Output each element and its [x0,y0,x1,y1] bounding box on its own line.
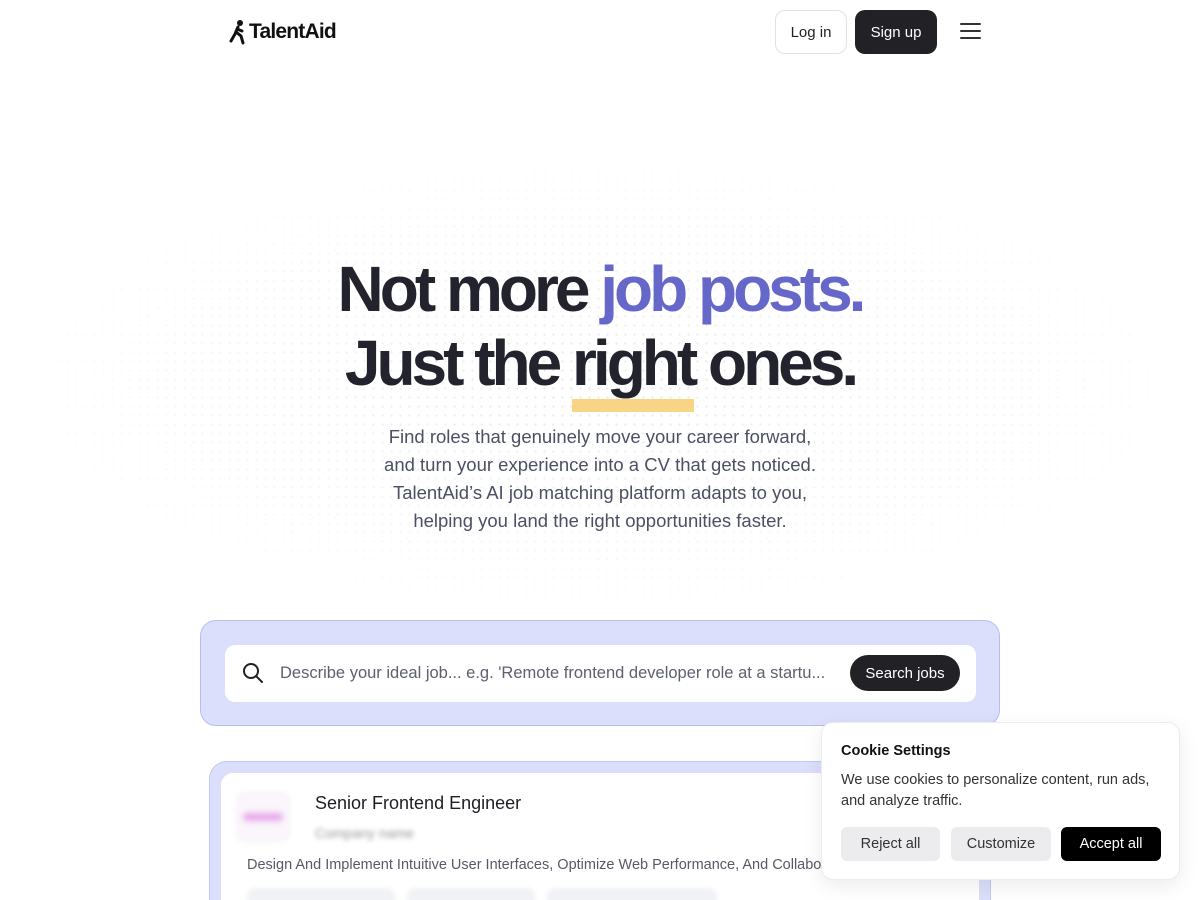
job-tag-placeholder [247,888,395,900]
job-title[interactable]: Senior Frontend Engineer [315,793,521,814]
cookie-text: We use cookies to personalize content, r… [841,772,1150,809]
job-search-input[interactable] [280,645,840,702]
hero-line-1-plain: Not more [337,253,601,325]
cookie-title: Cookie Settings [841,743,951,759]
hamburger-menu-icon[interactable] [960,23,981,41]
hero-subtitle-line: and turn your experience into a CV that … [384,454,816,475]
search-jobs-button[interactable]: Search jobs [850,655,960,691]
hero-subtitle-line: TalentAid’s AI job matching platform ada… [392,482,808,503]
hero-line-2-before: Just the [344,327,573,399]
search-icon [243,663,263,683]
logo[interactable]: TalentAid [229,19,337,45]
cookie-settings-dialog: Cookie Settings We use cookies to person… [821,722,1180,880]
search-box: Search jobs [225,645,976,702]
hero-subtitle-line: Find roles that genuinely move your care… [388,426,812,447]
hero-line-2: Just the right ones. [344,327,859,412]
search-panel: Search jobs [200,620,1000,726]
hero-highlight-word: right [572,327,698,412]
hero-line-1: Not more job posts. [337,253,867,325]
runner-logo-icon [229,20,245,45]
customize-button[interactable]: Customize [951,827,1051,861]
hero-line-1-accent: job posts. [600,253,866,325]
login-button[interactable]: Log in [775,10,847,54]
company-logo [235,791,291,843]
hero-title: Not more job posts. Just the right ones. [0,252,1200,412]
job-description: Design And Implement Intuitive User Inte… [247,857,847,873]
signup-button[interactable]: Sign up [855,10,937,54]
site-header: TalentAid Log in Sign up [0,0,1200,64]
logo-text: TalentAid [249,20,337,43]
job-tag-placeholder [407,888,535,900]
reject-all-button[interactable]: Reject all [841,827,940,861]
accept-all-button[interactable]: Accept all [1061,827,1161,861]
hero-subtitle-line: helping you land the right opportunities… [413,510,787,531]
hero-line-2-after: ones. [694,327,859,399]
job-tag-placeholder [547,888,717,900]
job-tags [247,888,717,900]
hero-subtitle: Find roles that genuinely move your care… [0,423,1200,535]
company-name: Company name [315,825,414,841]
